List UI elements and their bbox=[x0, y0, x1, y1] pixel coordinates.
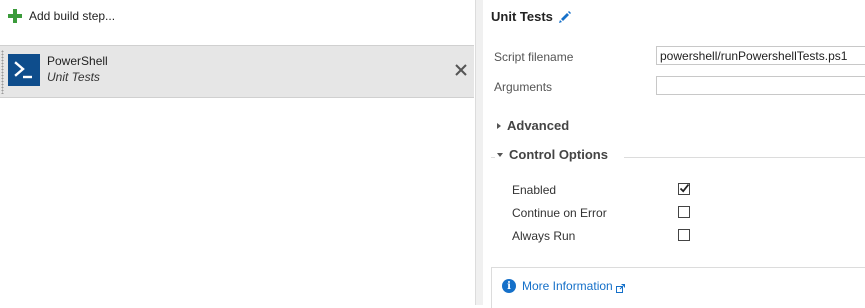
triangle-down-icon bbox=[497, 152, 503, 157]
continue-on-error-checkbox[interactable] bbox=[678, 206, 690, 218]
control-options-section-toggle[interactable]: Control Options bbox=[497, 147, 608, 162]
script-filename-label: Script filename bbox=[494, 50, 574, 64]
build-steps-pane: Add build step... PowerShell Unit Tests bbox=[0, 0, 475, 305]
build-step-name: PowerShell bbox=[47, 54, 108, 68]
build-step-subtitle: Unit Tests bbox=[47, 70, 100, 84]
build-step-item[interactable]: PowerShell Unit Tests bbox=[0, 45, 474, 98]
enabled-label: Enabled bbox=[512, 183, 557, 197]
add-build-step-button[interactable]: Add build step... bbox=[8, 7, 115, 25]
task-settings-pane: Unit Tests Script filename Arguments Adv… bbox=[483, 0, 865, 308]
add-build-step-label: Add build step... bbox=[29, 9, 116, 23]
triangle-right-icon bbox=[497, 122, 501, 129]
continue-on-error-label: Continue on Error bbox=[512, 206, 607, 220]
more-information-link[interactable]: i More Information bbox=[502, 279, 625, 293]
section-divider bbox=[491, 157, 495, 158]
drag-handle[interactable] bbox=[1, 50, 4, 94]
enabled-checkbox[interactable] bbox=[678, 183, 690, 195]
advanced-section-label: Advanced bbox=[507, 118, 570, 133]
control-options-section-label: Control Options bbox=[509, 147, 608, 162]
task-title: Unit Tests bbox=[491, 9, 553, 24]
arguments-input[interactable] bbox=[656, 76, 865, 95]
always-run-checkbox[interactable] bbox=[678, 229, 690, 241]
external-link-icon bbox=[615, 282, 625, 293]
always-run-label: Always Run bbox=[512, 229, 576, 243]
pencil-icon[interactable] bbox=[558, 10, 572, 24]
task-title-row: Unit Tests bbox=[491, 9, 572, 24]
info-icon: i bbox=[502, 279, 516, 293]
script-filename-input[interactable] bbox=[656, 46, 865, 65]
arguments-label: Arguments bbox=[494, 80, 553, 94]
close-icon[interactable] bbox=[454, 63, 468, 77]
more-information-label: More Information bbox=[522, 279, 613, 293]
plus-icon bbox=[8, 9, 22, 23]
advanced-section-toggle[interactable]: Advanced bbox=[497, 118, 569, 133]
section-divider bbox=[624, 157, 865, 158]
powershell-icon bbox=[8, 54, 40, 86]
checkmark-icon bbox=[679, 183, 690, 193]
